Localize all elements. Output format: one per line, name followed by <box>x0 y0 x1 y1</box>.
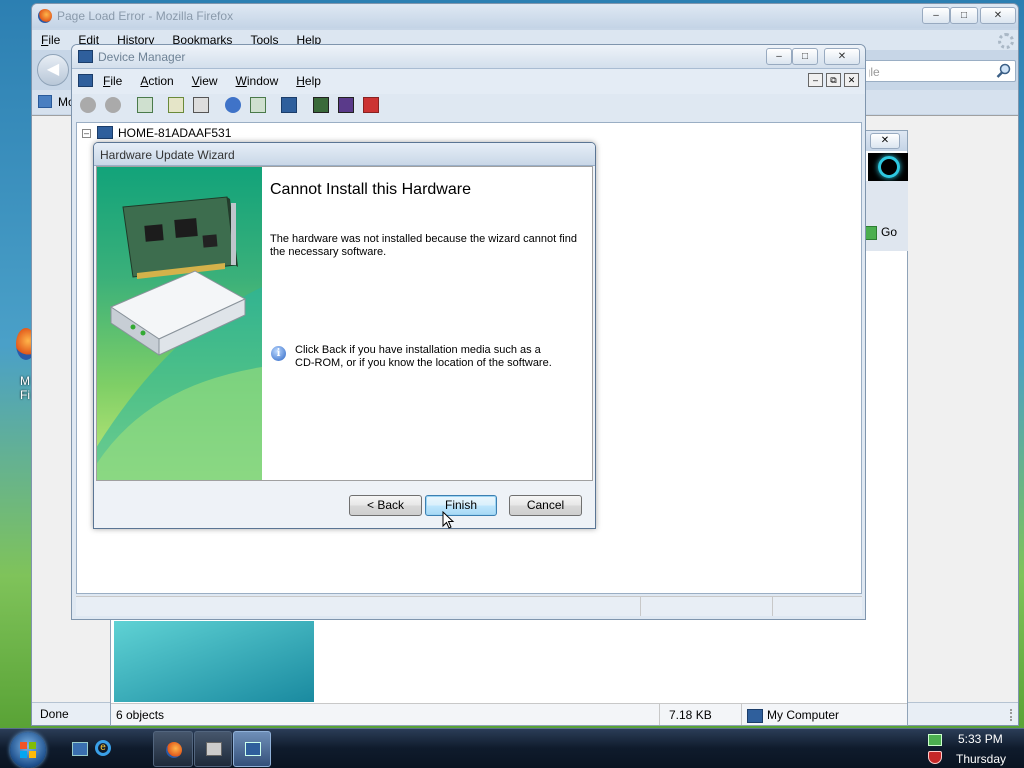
bookmark-page-icon <box>38 95 52 108</box>
device-manager-taskbar-icon <box>245 742 261 756</box>
security-tray-icon[interactable] <box>928 751 942 764</box>
print-icon[interactable] <box>193 97 210 113</box>
taskbar-wizard-button[interactable] <box>194 731 232 767</box>
info-icon: i <box>271 346 286 361</box>
go-arrow-icon <box>865 225 877 240</box>
show-hide-tree-icon[interactable] <box>136 97 153 113</box>
dm-menu-file[interactable]: File <box>94 74 131 88</box>
tree-root-label[interactable]: HOME-81ADAAF531 <box>118 126 231 140</box>
dm-maximize-button[interactable]: □ <box>792 48 818 65</box>
wizard-message: The hardware was not installed because t… <box>270 233 577 258</box>
network-tray-icon[interactable] <box>928 734 942 746</box>
dm-menubar: File Action View Window Help – ⧉ ✕ <box>72 69 865 94</box>
go-label: Go <box>881 225 898 239</box>
desktop-icon-label: M Fi <box>20 374 30 402</box>
uninstall-device-icon[interactable] <box>363 97 380 113</box>
dm-menu-view[interactable]: View <box>183 74 227 88</box>
firefox-title: Page Load Error - Mozilla Firefox <box>57 9 234 23</box>
location-cell: My Computer <box>741 704 909 725</box>
disable-device-icon[interactable] <box>338 97 355 113</box>
dm-menu-help[interactable]: Help <box>287 74 330 88</box>
start-button[interactable] <box>10 732 46 768</box>
mouse-cursor-icon <box>442 511 455 529</box>
windows-logo-icon <box>20 742 36 758</box>
wizard-body: Cannot Install this Hardware The hardwar… <box>96 166 593 481</box>
dm-menu-window[interactable]: Window <box>227 74 288 88</box>
help-icon[interactable] <box>224 97 241 113</box>
dm-minimize-button[interactable]: – <box>766 48 792 65</box>
scan-hardware-icon[interactable] <box>281 97 298 113</box>
action-pane-icon[interactable] <box>250 97 267 113</box>
forward-arrow-icon[interactable] <box>105 97 122 113</box>
size-cell: 7.18 KB <box>659 704 741 725</box>
resize-grip-icon[interactable] <box>1002 709 1012 721</box>
go-button[interactable]: Go <box>865 225 907 245</box>
location-value: My Computer <box>767 708 840 722</box>
dm-mdi-restore-button[interactable]: ⧉ <box>826 73 841 87</box>
back-button[interactable]: ◀ <box>37 54 69 86</box>
objects-count: 6 objects <box>116 708 165 722</box>
hardware-wizard-dialog: Hardware Update Wizard Cannot Install th… <box>93 142 596 529</box>
dm-statusbar <box>76 596 862 616</box>
show-desktop-icon[interactable] <box>72 742 88 756</box>
computer-icon <box>747 708 763 723</box>
explorer-statusbar: 6 objects 7.18 KB My Computer <box>111 703 907 725</box>
tree-collapse-toggle[interactable]: – <box>82 129 91 138</box>
search-icon[interactable] <box>996 63 1012 79</box>
dm-menu-action[interactable]: Action <box>131 74 182 88</box>
device-manager-title: Device Manager <box>98 49 186 64</box>
firefox-status-text: Done <box>40 707 69 721</box>
size-value: 7.18 KB <box>669 708 712 722</box>
update-driver-icon[interactable] <box>312 97 329 113</box>
media-logo-icon <box>868 153 908 181</box>
internet-explorer-icon[interactable]: e <box>95 740 111 756</box>
wizard-titlebar: Hardware Update Wizard <box>94 143 595 166</box>
firefox-close-button[interactable]: ✕ <box>980 7 1016 24</box>
wizard-title: Hardware Update Wizard <box>100 148 235 162</box>
dm-app-icon <box>78 74 93 87</box>
firefox-maximize-button[interactable]: □ <box>950 7 978 24</box>
finish-button[interactable]: Finish <box>425 495 497 516</box>
hardware-card-illustration <box>97 196 262 480</box>
clock-day[interactable]: Thursday <box>956 752 1006 766</box>
cancel-button[interactable]: Cancel <box>509 495 582 516</box>
wizard-banner-image <box>97 167 262 480</box>
circuit-board-icon <box>122 196 238 279</box>
firefox-menu-file[interactable]: File <box>32 33 69 47</box>
taskbar: e 5:33 PM Thursday <box>0 728 1024 768</box>
dm-mdi-close-button[interactable]: ✕ <box>844 73 859 87</box>
back-arrow-icon[interactable] <box>80 97 96 113</box>
dm-close-button[interactable]: ✕ <box>824 48 860 65</box>
explorer-close-button[interactable]: ✕ <box>870 133 900 149</box>
tree-computer-icon <box>97 126 113 139</box>
wizard-taskbar-icon <box>206 742 222 756</box>
device-manager-icon <box>78 50 93 63</box>
dm-toolbar <box>72 94 865 118</box>
taskbar-device-manager-button[interactable] <box>233 731 271 767</box>
firefox-minimize-button[interactable]: – <box>922 7 950 24</box>
firefox-icon <box>38 9 52 23</box>
activity-throbber-icon <box>998 33 1014 49</box>
clock-time[interactable]: 5:33 PM <box>958 732 1003 746</box>
back-button[interactable]: < Back <box>349 495 422 516</box>
explorer-folder-preview <box>114 621 314 702</box>
firefox-icon <box>166 742 182 758</box>
wizard-heading: Cannot Install this Hardware <box>270 181 471 198</box>
taskbar-firefox-button[interactable] <box>153 731 193 767</box>
search-box[interactable]: Google <box>864 60 1016 82</box>
dm-mdi-minimize-button[interactable]: – <box>808 73 823 87</box>
properties-icon[interactable] <box>168 97 185 113</box>
wizard-info-text: Click Back if you have installation medi… <box>295 344 552 369</box>
